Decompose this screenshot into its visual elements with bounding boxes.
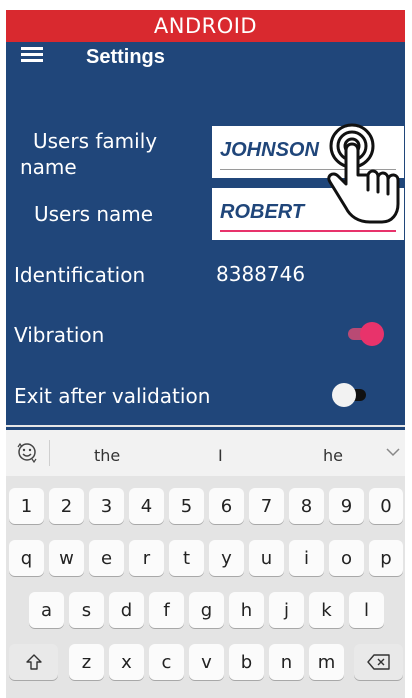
exit-after-validation-label: Exit after validation	[14, 384, 211, 408]
key-i[interactable]: i	[289, 540, 324, 576]
family-name-value: JOHNSON	[220, 139, 319, 161]
key-x[interactable]: x	[109, 644, 144, 680]
key-f[interactable]: f	[149, 592, 184, 628]
key-8[interactable]: 8	[289, 488, 324, 524]
identification-value: 8388746	[216, 262, 306, 286]
key-z[interactable]: z	[69, 644, 104, 680]
key-o[interactable]: o	[329, 540, 364, 576]
key-5[interactable]: 5	[169, 488, 204, 524]
key-p[interactable]: p	[369, 540, 403, 576]
backspace-key[interactable]	[354, 644, 403, 680]
key-0[interactable]: 0	[369, 488, 403, 524]
identification-label: Identification	[14, 263, 146, 287]
key-l[interactable]: l	[349, 592, 384, 628]
key-w[interactable]: w	[49, 540, 84, 576]
family-name-label-line2: name	[20, 155, 77, 179]
exit-after-validation-toggle[interactable]	[332, 382, 368, 408]
key-h[interactable]: h	[229, 592, 264, 628]
key-7[interactable]: 7	[249, 488, 284, 524]
key-t[interactable]: t	[169, 540, 204, 576]
key-3[interactable]: 3	[89, 488, 124, 524]
shift-icon	[25, 654, 42, 670]
key-j[interactable]: j	[269, 592, 304, 628]
family-name-label-line1: Users family	[33, 129, 158, 153]
key-e[interactable]: e	[89, 540, 124, 576]
key-r[interactable]: r	[129, 540, 164, 576]
user-name-label: Users name	[34, 202, 154, 226]
key-d[interactable]: d	[109, 592, 144, 628]
vibration-toggle[interactable]	[346, 321, 384, 347]
backspace-icon	[366, 654, 390, 670]
family-name-label: Users family name	[20, 128, 157, 180]
key-9[interactable]: 9	[329, 488, 364, 524]
key-u[interactable]: u	[249, 540, 284, 576]
platform-banner: ANDROID	[6, 10, 405, 42]
key-b[interactable]: b	[229, 644, 264, 680]
exit-toggle-thumb	[332, 383, 356, 407]
suggestion-1[interactable]: the	[94, 446, 120, 465]
tap-gesture-hand-icon	[327, 123, 400, 224]
key-k[interactable]: k	[309, 592, 344, 628]
chevron-down-icon[interactable]	[386, 447, 400, 457]
key-n[interactable]: n	[269, 644, 304, 680]
vibration-toggle-thumb	[360, 322, 384, 346]
suggestion-3[interactable]: he	[323, 446, 343, 465]
shift-key[interactable]	[9, 644, 58, 680]
key-g[interactable]: g	[189, 592, 224, 628]
form-bottom-divider	[6, 425, 405, 427]
soft-keyboard: the I he 1 2 3 4 5 6 7 8 9 0 q w e r t y…	[6, 430, 405, 698]
user-name-value: ROBERT	[220, 201, 305, 223]
key-1[interactable]: 1	[9, 488, 44, 524]
key-c[interactable]: c	[149, 644, 184, 680]
suggestion-bar: the I he	[6, 430, 405, 476]
settings-screen: Settings Users family name JOHNSON Users…	[6, 42, 405, 430]
key-s[interactable]: s	[69, 592, 104, 628]
key-4[interactable]: 4	[129, 488, 164, 524]
suggestion-separator	[49, 440, 50, 466]
vibration-label: Vibration	[14, 323, 105, 347]
emoji-icon[interactable]	[16, 441, 38, 463]
key-q[interactable]: q	[9, 540, 44, 576]
suggestion-2[interactable]: I	[218, 446, 223, 465]
key-m[interactable]: m	[309, 644, 344, 680]
key-6[interactable]: 6	[209, 488, 244, 524]
hamburger-menu-icon[interactable]	[21, 47, 43, 63]
key-2[interactable]: 2	[49, 488, 84, 524]
page-title: Settings	[86, 46, 165, 68]
key-y[interactable]: y	[209, 540, 244, 576]
key-a[interactable]: a	[29, 592, 64, 628]
toolbar: Settings	[6, 42, 405, 78]
key-v[interactable]: v	[189, 644, 224, 680]
